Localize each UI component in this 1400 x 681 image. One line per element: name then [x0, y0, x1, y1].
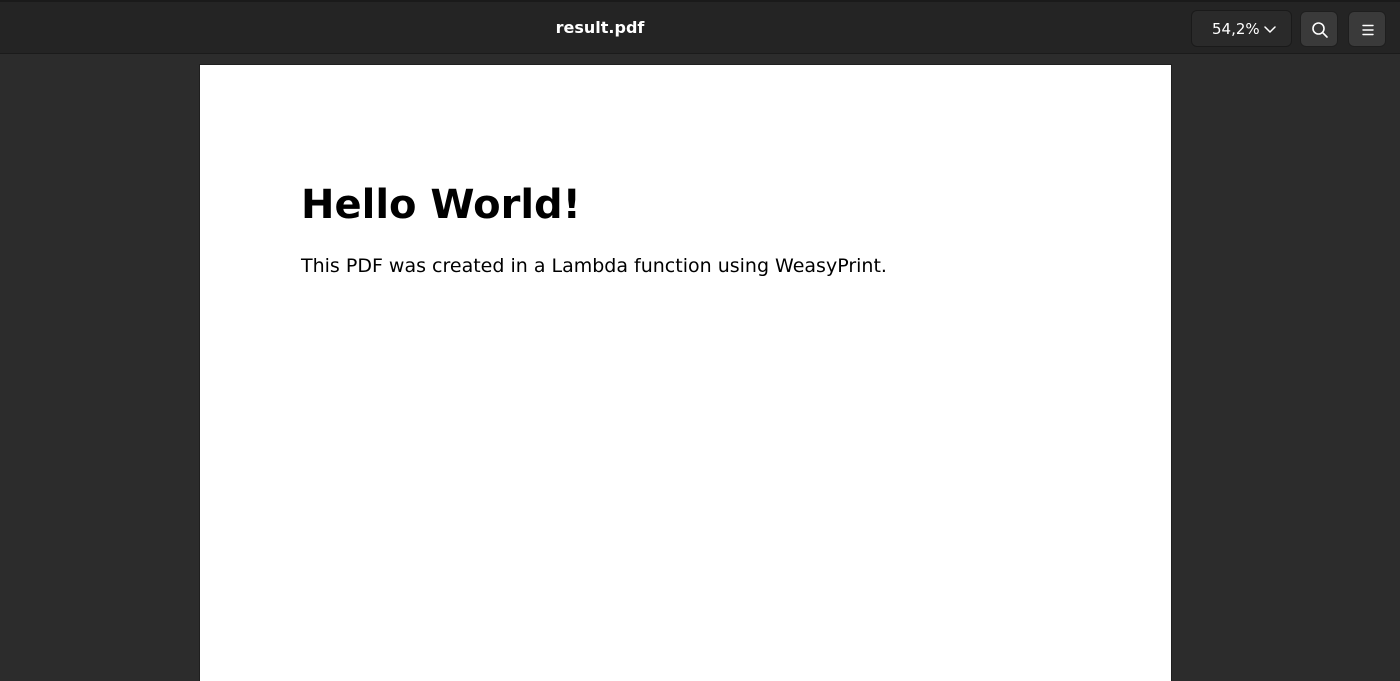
zoom-level-label: 54,2%: [1212, 19, 1260, 38]
search-button[interactable]: [1300, 11, 1338, 47]
window-title: result.pdf: [555, 18, 645, 37]
chevron-down-icon: [1264, 26, 1276, 33]
pdf-viewer-window: result.pdf 54,2% Hello World! This PDF w…: [0, 0, 1400, 681]
pdf-page: Hello World! This PDF was created in a L…: [199, 64, 1172, 681]
header-bar: result.pdf 54,2%: [0, 0, 1400, 54]
hamburger-menu-icon: [1362, 24, 1374, 36]
zoom-level-dropdown[interactable]: 54,2%: [1191, 10, 1292, 47]
main-menu-button[interactable]: [1348, 11, 1386, 47]
search-icon: [1312, 22, 1328, 38]
document-heading: Hello World!: [301, 182, 581, 228]
document-body-text: This PDF was created in a Lambda functio…: [301, 255, 887, 277]
